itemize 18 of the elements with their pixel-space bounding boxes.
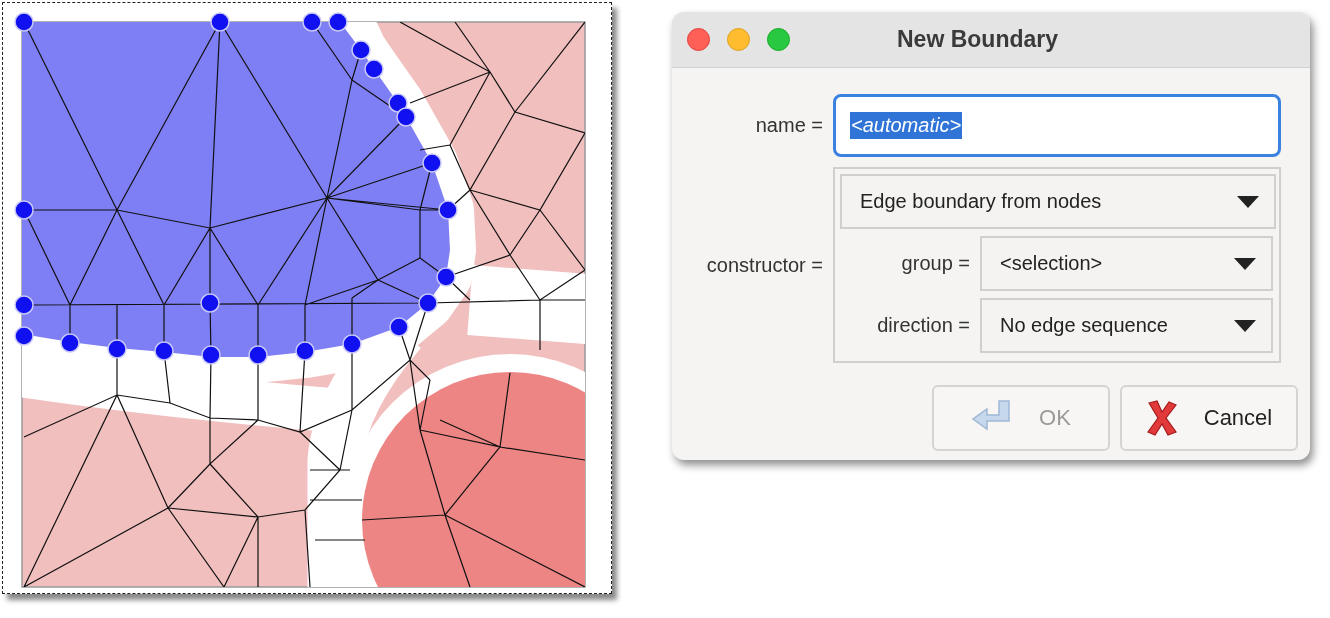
caret-icon (1234, 257, 1256, 270)
constructor-dropdown[interactable]: Edge boundary from nodes (840, 174, 1276, 229)
cross-icon (1145, 400, 1178, 436)
dropdown[interactable]: <selection> (980, 236, 1273, 291)
field-label: direction = (877, 314, 970, 337)
field-label: group = (901, 252, 970, 275)
cancel-button[interactable]: Cancel (1120, 385, 1298, 451)
dropdown[interactable]: No edge sequence (980, 298, 1273, 353)
name-field[interactable]: <automatic> (833, 94, 1281, 157)
field-label: constructor = (705, 253, 824, 277)
zoom-button[interactable] (767, 28, 790, 51)
caret-icon (1234, 319, 1256, 332)
field-label: name = (754, 114, 824, 137)
caret-icon (1237, 195, 1259, 208)
window-title: New Boundary (897, 26, 1059, 53)
minimize-button[interactable] (727, 28, 750, 51)
text-selection: <automatic> (850, 112, 963, 139)
close-button[interactable] (687, 28, 710, 51)
